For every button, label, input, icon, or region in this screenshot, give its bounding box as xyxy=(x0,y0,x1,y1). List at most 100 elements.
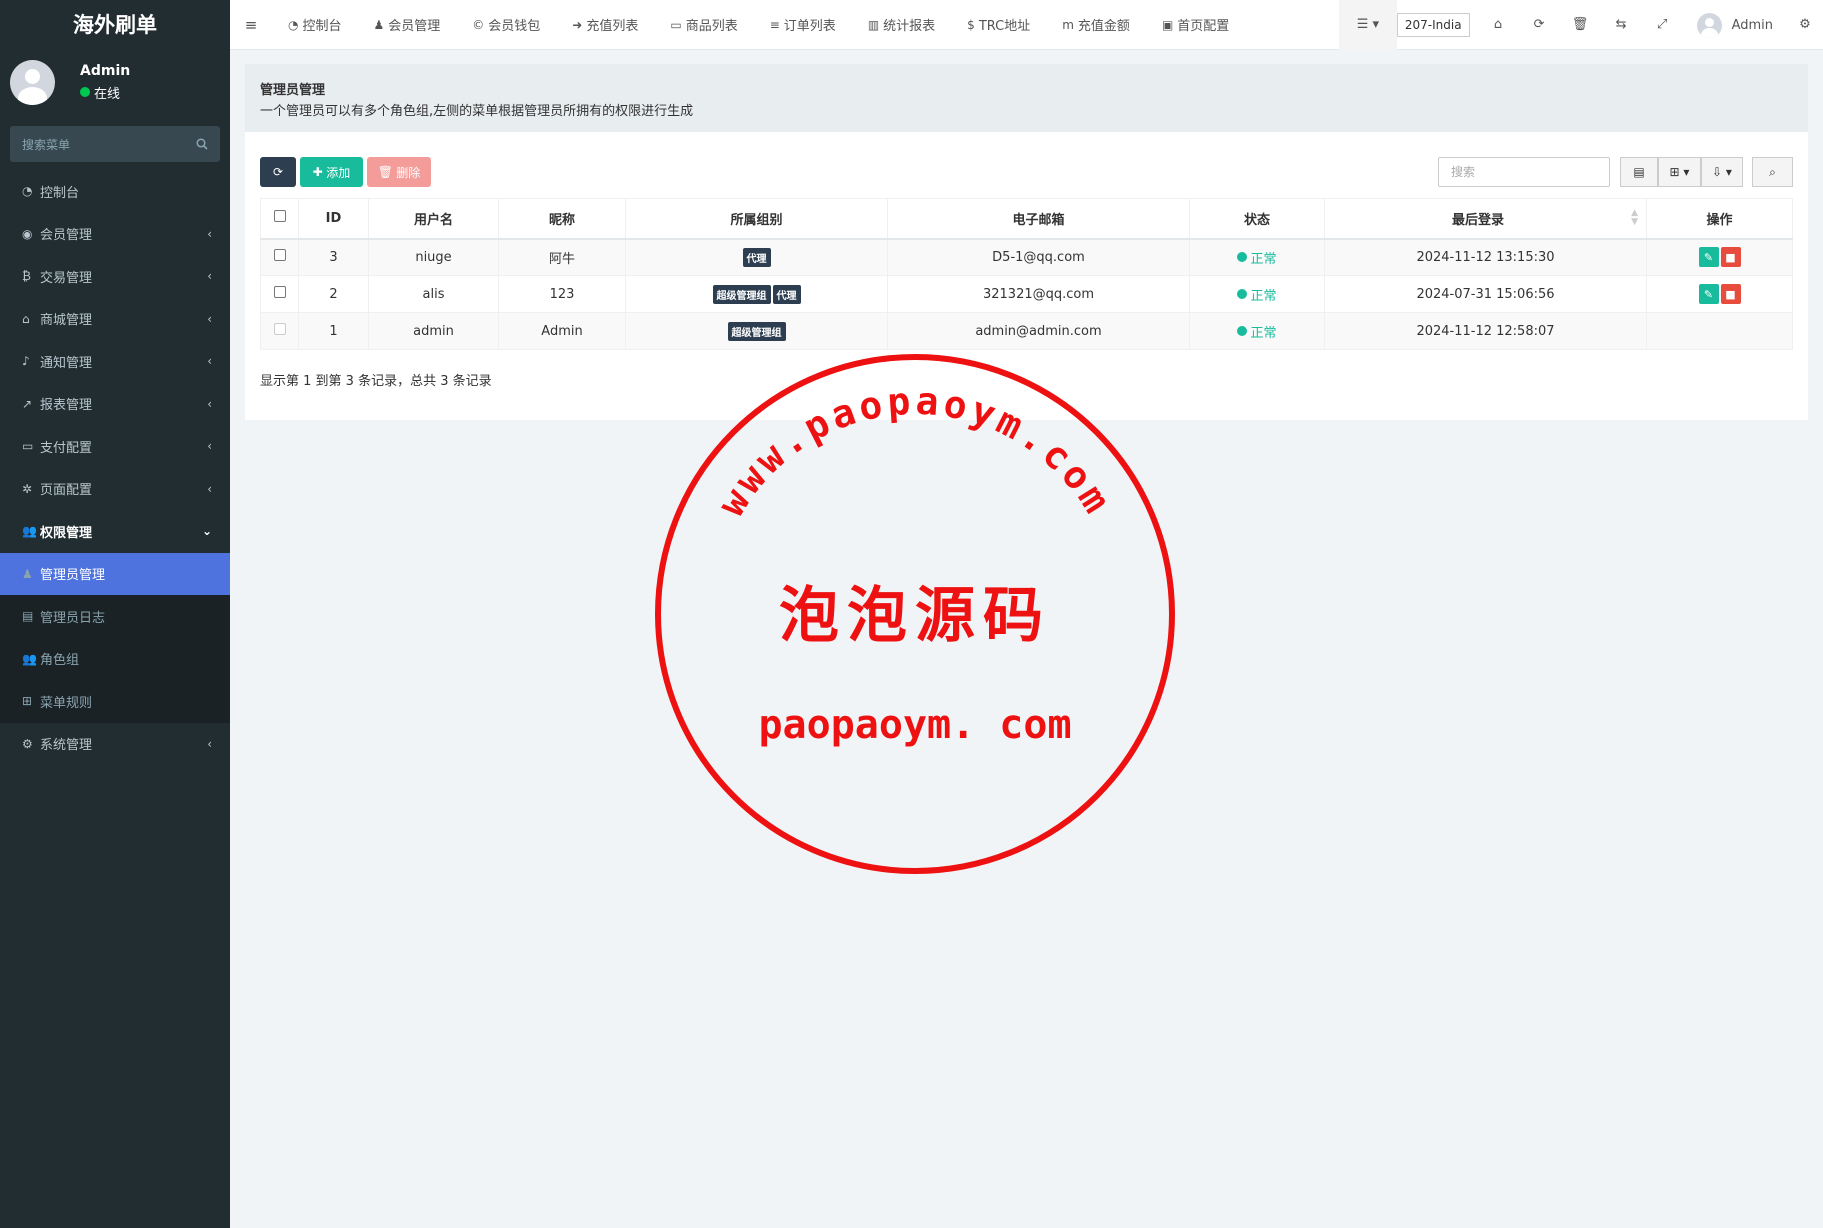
edit-button[interactable]: ✎ xyxy=(1698,284,1719,304)
sidebar-toggle-icon[interactable]: ≡ xyxy=(230,16,272,34)
brand-logo[interactable]: 海外刷单 xyxy=(0,0,230,50)
topnav-link-3[interactable]: ➜ 充值列表 xyxy=(556,0,654,50)
admin-user-menu[interactable]: Admin xyxy=(1683,0,1787,50)
export-button[interactable]: ⇩ ▾ xyxy=(1701,157,1743,187)
menu-label: 通知管理 xyxy=(40,355,93,371)
advanced-search-button[interactable]: ⌕ xyxy=(1752,157,1793,187)
add-button[interactable]: ✚ 添加 xyxy=(300,157,363,187)
col-username[interactable]: 用户名 xyxy=(368,198,499,240)
row-checkbox[interactable] xyxy=(273,249,286,262)
sidebar-item-7[interactable]: ✲ 页面配置 ‹ xyxy=(0,468,230,511)
user-icon: ♟ xyxy=(373,17,385,32)
col-last-login[interactable]: 最后登录 ▲ ▼ xyxy=(1324,198,1647,240)
cell-last-login: 2024-11-12 13:15:30 xyxy=(1324,238,1647,276)
group-badge: 超级管理组 xyxy=(712,284,771,304)
topnav-link-9[interactable]: ▣ 首页配置 xyxy=(1146,0,1245,50)
menu-label: 菜单规则 xyxy=(40,695,93,711)
columns-button[interactable]: ⊞ ▾ xyxy=(1658,157,1701,187)
columns-icon: ⊞ ▾ xyxy=(1669,165,1690,179)
save-icon: ▣ xyxy=(1161,17,1174,32)
table-search-input[interactable] xyxy=(1438,157,1610,187)
refresh-icon[interactable]: ⟳ xyxy=(1519,0,1560,50)
toggle-view-button[interactable]: ▤ xyxy=(1620,157,1658,187)
sidebar-item-2[interactable]: ₿ 交易管理 ‹ xyxy=(0,255,230,298)
settings-icon[interactable]: ⚙ xyxy=(1787,0,1823,50)
row-checkbox[interactable] xyxy=(273,286,286,298)
page-title: 管理员管理 xyxy=(260,83,326,98)
home-icon[interactable]: ⌂ xyxy=(1478,0,1519,50)
row-select-cell xyxy=(260,275,299,313)
page-description: 一个管理员可以有多个角色组,左侧的菜单根据管理员所拥有的权限进行生成 xyxy=(260,104,694,119)
cell-id: 2 xyxy=(298,275,369,313)
topnav-link-4[interactable]: ▭ 商品列表 xyxy=(654,0,753,50)
stamp-ring xyxy=(655,354,1175,874)
topnav-label: 会员管理 xyxy=(388,19,441,34)
list-icon: ≡ xyxy=(769,17,780,32)
translate-icon[interactable]: ⇆ xyxy=(1601,0,1642,50)
group-badge: 超级管理组 xyxy=(727,321,786,341)
topnav-link-0[interactable]: ◔ 控制台 xyxy=(272,0,358,50)
sidebar-search-input[interactable]: 搜索菜单 xyxy=(10,126,220,162)
sidebar-subitem-0[interactable]: ♟ 管理员管理 xyxy=(0,552,230,595)
gear-icon: ✲ xyxy=(22,481,33,496)
sidebar-item-system[interactable]: ⚙ 系统管理 ‹ xyxy=(0,723,230,766)
user-panel: Admin 在线 xyxy=(0,50,230,114)
topnav-link-1[interactable]: ♟ 会员管理 xyxy=(358,0,457,50)
menu-label: 会员管理 xyxy=(40,228,93,244)
delete-row-button[interactable]: ■ xyxy=(1720,247,1741,268)
cell-groups: 代理 xyxy=(625,238,888,276)
user-circle-icon: ◉ xyxy=(22,226,33,241)
table-row[interactable]: 1 admin Admin 超级管理组 admin@admin.com 正常 2024-11… xyxy=(260,312,1793,350)
select-all-checkbox[interactable] xyxy=(273,210,286,223)
chevron-left-icon: ‹ xyxy=(207,354,212,369)
cell-status: 正常 xyxy=(1189,312,1325,350)
list-alt-icon: ▤ xyxy=(22,609,34,624)
row-select-cell xyxy=(260,238,299,276)
table-row[interactable]: 2 alis 123 超级管理组 代理 321321@qq.com 正常 2024-07-31… xyxy=(260,275,1793,313)
panel-header: 管理员管理 一个管理员可以有多个角色组,左侧的菜单根据管理员所拥有的权限进行生成 xyxy=(245,64,1808,132)
col-status[interactable]: 状态 xyxy=(1189,198,1325,240)
row-checkbox xyxy=(273,323,286,335)
sidebar-item-0[interactable]: ◔ 控制台 xyxy=(0,170,230,213)
topnav-link-5[interactable]: ≡ 订单列表 xyxy=(754,0,852,50)
col-groups[interactable]: 所属组别 xyxy=(625,198,888,240)
sidebar-item-8[interactable]: 👥 权限管理 ⌄ xyxy=(0,510,230,553)
col-id[interactable]: ID xyxy=(298,198,369,240)
pencil-icon: ✎ xyxy=(1703,287,1714,301)
topnav-label: 首页配置 xyxy=(1177,19,1230,34)
group-badge: 代理 xyxy=(742,247,771,267)
sidebar-item-1[interactable]: ◉ 会员管理 ‹ xyxy=(0,213,230,256)
topnav-link-6[interactable]: ▥ 统计报表 xyxy=(852,0,951,50)
fullscreen-icon[interactable]: ⤢ xyxy=(1642,0,1683,50)
sidebar-item-5[interactable]: ↗ 报表管理 ‹ xyxy=(0,383,230,426)
topnav-label: 订单列表 xyxy=(783,19,836,34)
col-email[interactable]: 电子邮箱 xyxy=(887,198,1190,240)
delete-row-button[interactable]: ■ xyxy=(1720,284,1741,304)
chevron-down-icon: ⌄ xyxy=(201,524,212,539)
edit-button[interactable]: ✎ xyxy=(1698,247,1719,268)
sidebar-item-6[interactable]: ▭ 支付配置 ‹ xyxy=(0,425,230,468)
search-icon[interactable] xyxy=(196,138,208,150)
trash-icon[interactable]: 🗑 xyxy=(1560,0,1601,50)
col-nickname[interactable]: 昵称 xyxy=(498,198,626,240)
trash-icon: 🗑 xyxy=(377,165,393,179)
sidebar-subitem-3[interactable]: ⊞ 菜单规则 xyxy=(0,680,230,723)
sort-icon[interactable]: ▲ ▼ xyxy=(1631,208,1638,227)
menu-list-icon[interactable]: ☰ ▾ xyxy=(1338,0,1397,50)
cell-last-login: 2024-11-12 12:58:07 xyxy=(1324,312,1647,350)
language-select[interactable]: 207-India xyxy=(1396,13,1470,37)
sidebar-subitem-2[interactable]: 👥 角色组 xyxy=(0,638,230,681)
topnav-link-2[interactable]: © 会员钱包 xyxy=(456,0,556,50)
cell-username: admin xyxy=(368,312,499,350)
sidebar-item-4[interactable]: ♪ 通知管理 ‹ xyxy=(0,340,230,383)
delete-button[interactable]: 🗑 删除 xyxy=(367,157,431,187)
cell-last-login: 2024-07-31 15:06:56 xyxy=(1324,275,1647,313)
sidebar-item-3[interactable]: ⌂ 商城管理 ‹ xyxy=(0,298,230,341)
topnav-link-7[interactable]: $ TRC地址 xyxy=(951,0,1046,50)
table-row[interactable]: 3 niuge 阿牛 代理 D5-1@qq.com 正常 2024-11-12 13:15:… xyxy=(260,238,1793,276)
chevron-left-icon: ‹ xyxy=(207,396,212,411)
export-icon: ⇩ ▾ xyxy=(1712,165,1732,179)
sidebar-subitem-1[interactable]: ▤ 管理员日志 xyxy=(0,595,230,638)
topnav-link-8[interactable]: m 充值金额 xyxy=(1046,0,1146,50)
refresh-button[interactable]: ⟳ xyxy=(260,157,296,187)
